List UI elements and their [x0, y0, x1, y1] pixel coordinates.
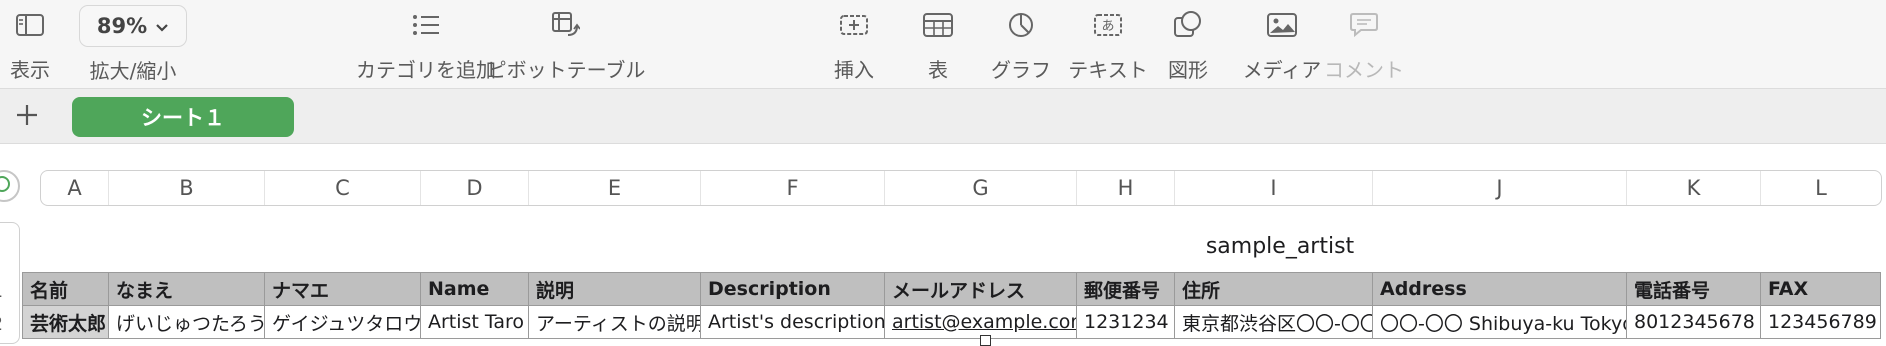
- view-label: 表示: [10, 58, 50, 82]
- pivot-table-button[interactable]: ピボットテーブル: [487, 0, 645, 88]
- column-header-l[interactable]: L: [1761, 171, 1881, 205]
- table-label: 表: [928, 58, 948, 82]
- pie-chart-icon: [1008, 0, 1034, 50]
- shape-icon: [1174, 0, 1202, 50]
- insert-button[interactable]: 挿入: [832, 0, 876, 88]
- column-header-f[interactable]: F: [701, 171, 885, 205]
- sheet-tab-active[interactable]: シート１: [72, 97, 294, 137]
- table-header-row: 名前 なまえ ナマエ Name 説明 Description メールアドレス 郵…: [22, 272, 1881, 306]
- add-category-label: カテゴリを追加: [356, 58, 496, 82]
- insert-icon: [839, 0, 869, 50]
- add-category-button[interactable]: カテゴリを追加: [356, 0, 496, 88]
- select-all-button[interactable]: [0, 170, 20, 202]
- text-button[interactable]: あ テキスト: [1066, 0, 1150, 88]
- header-cell[interactable]: 郵便番号: [1077, 272, 1175, 306]
- table-icon: [923, 0, 953, 50]
- table-cell[interactable]: Artist Taro: [421, 306, 529, 339]
- column-header-g[interactable]: G: [885, 171, 1077, 205]
- table-cell[interactable]: Artist's description: [701, 306, 885, 339]
- zoom-select[interactable]: 89%: [79, 5, 187, 47]
- media-label: メディア: [1242, 58, 1322, 82]
- toolbar: 表示 89% 拡大/縮小 カテゴリを追加 ピボットテーブル 挿入 表 グラフ あ…: [0, 0, 1886, 88]
- column-header-d[interactable]: D: [421, 171, 529, 205]
- header-cell[interactable]: 電話番号: [1627, 272, 1761, 306]
- header-cell[interactable]: ナマエ: [265, 272, 421, 306]
- header-cell[interactable]: 説明: [529, 272, 701, 306]
- table-title[interactable]: sample_artist: [1180, 234, 1380, 259]
- svg-text:あ: あ: [1101, 19, 1114, 34]
- pivot-icon: [552, 0, 580, 50]
- header-cell[interactable]: 住所: [1175, 272, 1373, 306]
- column-header-i[interactable]: I: [1175, 171, 1373, 205]
- shape-button[interactable]: 図形: [1166, 0, 1210, 88]
- table-cell[interactable]: げいじゅつたろう: [109, 306, 265, 339]
- header-cell[interactable]: Address: [1373, 272, 1627, 306]
- column-header: A B C D E F G H I J K L: [40, 170, 1882, 206]
- plus-icon: [17, 105, 37, 125]
- header-cell[interactable]: 名前: [22, 272, 109, 306]
- list-icon: [412, 0, 440, 50]
- column-header-a[interactable]: A: [41, 171, 109, 205]
- chevron-down-icon: [155, 14, 169, 38]
- table-row: 芸術太郎 げいじゅつたろう ゲイジュツタロウ Artist Taro アーティス…: [22, 306, 1881, 339]
- email-link[interactable]: artist@example.com: [892, 311, 1076, 333]
- text-label: テキスト: [1068, 58, 1148, 82]
- table-cell[interactable]: ゲイジュツタロウ: [265, 306, 421, 339]
- column-header-c[interactable]: C: [265, 171, 421, 205]
- column-header-b[interactable]: B: [109, 171, 265, 205]
- media-button[interactable]: メディア: [1240, 0, 1324, 88]
- zoom-control[interactable]: 89% 拡大/縮小: [78, 0, 188, 88]
- insert-label: 挿入: [834, 58, 874, 82]
- image-icon: [1267, 0, 1297, 50]
- column-header-k[interactable]: K: [1627, 171, 1761, 205]
- header-cell[interactable]: FAX: [1761, 272, 1881, 306]
- sidebar-icon: [16, 0, 44, 50]
- column-header-j[interactable]: J: [1373, 171, 1627, 205]
- shape-label: 図形: [1168, 58, 1208, 82]
- comment-icon: [1350, 0, 1378, 50]
- header-cell[interactable]: なまえ: [109, 272, 265, 306]
- table-resize-handle[interactable]: [980, 335, 991, 346]
- table: 名前 なまえ ナマエ Name 説明 Description メールアドレス 郵…: [22, 272, 1881, 339]
- sheet-tab-bar: シート１: [0, 88, 1886, 144]
- column-header-h[interactable]: H: [1077, 171, 1175, 205]
- zoom-label: 拡大/縮小: [89, 59, 177, 83]
- column-header-e[interactable]: E: [529, 171, 701, 205]
- header-cell[interactable]: Name: [421, 272, 529, 306]
- table-cell[interactable]: 芸術太郎: [22, 306, 109, 339]
- table-cell[interactable]: アーティストの説明: [529, 306, 701, 339]
- chart-button[interactable]: グラフ: [990, 0, 1052, 88]
- comment-button: コメント: [1322, 0, 1406, 88]
- zoom-value: 89%: [96, 14, 148, 38]
- add-sheet-button[interactable]: [12, 100, 42, 130]
- comment-label: コメント: [1324, 58, 1404, 82]
- header-cell[interactable]: メールアドレス: [885, 272, 1077, 306]
- header-cell[interactable]: Description: [701, 272, 885, 306]
- row-header: 1 2: [0, 222, 20, 344]
- table-cell[interactable]: 東京都渋谷区〇〇-〇〇: [1175, 306, 1373, 339]
- table-button[interactable]: 表: [918, 0, 958, 88]
- view-button[interactable]: 表示: [10, 0, 50, 88]
- table-cell[interactable]: 〇〇-〇〇 Shibuya-ku Tokyo: [1373, 306, 1627, 339]
- text-box-icon: あ: [1093, 0, 1123, 50]
- table-cell[interactable]: 123456789: [1761, 306, 1881, 339]
- pivot-table-label: ピボットテーブル: [486, 58, 646, 82]
- table-cell[interactable]: 8012345678: [1627, 306, 1761, 339]
- chart-label: グラフ: [991, 58, 1051, 82]
- table-cell[interactable]: 1231234: [1077, 306, 1175, 339]
